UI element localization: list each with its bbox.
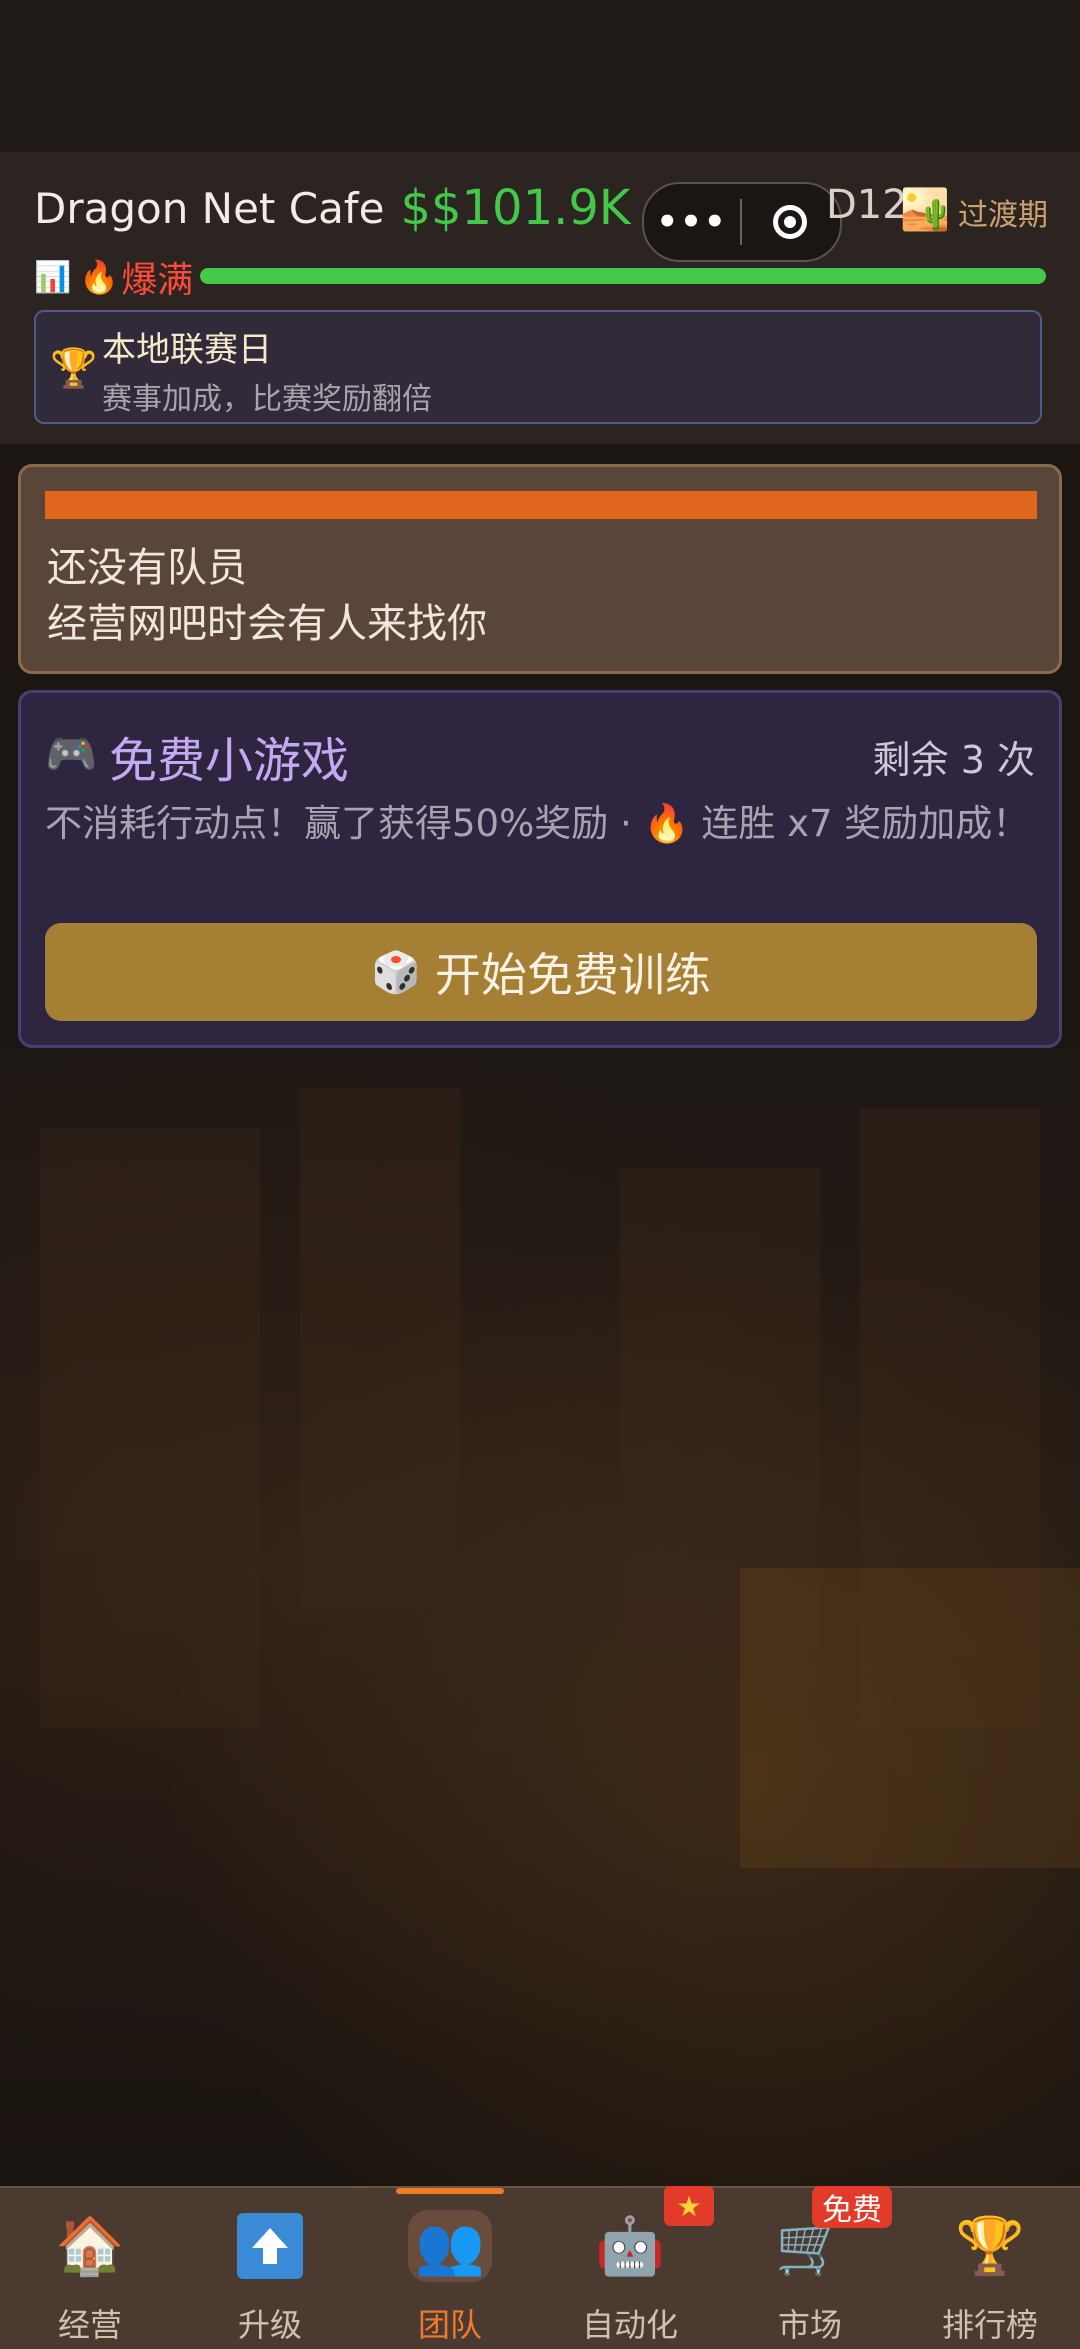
season-label: 过渡期 <box>958 198 1048 233</box>
dice-icon: 🎲 <box>371 949 421 996</box>
nav-label: 团队 <box>417 2306 482 2344</box>
money-balance: $$101.9K <box>400 180 631 236</box>
nav-item-automation[interactable]: 🤖 ★ 自动化 <box>540 2186 720 2349</box>
trophy-icon: 🏆 <box>50 346 98 390</box>
start-free-training-button[interactable]: 🎲 开始免费训练 <box>45 923 1037 1021</box>
desert-season-icon: 🏜️ <box>900 187 950 233</box>
nav-item-upgrade[interactable]: 升级 <box>180 2188 360 2349</box>
remaining-count: 剩余 3 次 <box>872 738 1035 782</box>
fire-icon: 🔥 <box>79 258 120 296</box>
nav-item-team[interactable]: 👥 团队 <box>360 2188 540 2349</box>
nav-item-manage[interactable]: 🏠 经营 <box>0 2188 180 2349</box>
active-tab-indicator <box>396 2188 504 2194</box>
team-card-accent-bar <box>45 491 1037 519</box>
more-menu-icon[interactable]: ••• <box>644 202 740 242</box>
team-people-icon: 👥 <box>408 2210 492 2282</box>
team-card: 还没有队员 经营网吧时会有人来找你 <box>18 464 1062 674</box>
cafe-name: Dragon Net Cafe <box>34 183 385 233</box>
event-description: 赛事加成，比赛奖励翻倍 <box>102 382 432 417</box>
nav-label: 市场 <box>777 2306 842 2344</box>
mini-game-description: 不消耗行动点！赢了获得50%奖励 · 🔥 连胜 x7 奖励加成！ <box>45 802 1030 845</box>
gamepad-icon: 🎮 <box>45 729 98 778</box>
free-badge: 免费 <box>812 2186 892 2228</box>
close-miniprogram-icon[interactable] <box>742 205 838 239</box>
mini-game-card: 🎮 免费小游戏 剩余 3 次 不消耗行动点！赢了获得50%奖励 · 🔥 连胜 x… <box>18 690 1062 1048</box>
crowd-progress-bar <box>200 268 1046 284</box>
miniprogram-capsule: ••• <box>642 182 842 262</box>
team-empty-title: 还没有队员 <box>47 545 247 591</box>
chart-icon: 📊 <box>34 259 72 295</box>
crowd-status: 📊 🔥 爆满 <box>34 252 193 302</box>
title-row: Dragon Net Cafe $$101.9K ▼ <box>34 176 671 240</box>
event-title: 本地联赛日 <box>102 330 272 370</box>
nav-label: 排行榜 <box>941 2306 1038 2344</box>
robot-icon: 🤖 <box>595 2214 665 2279</box>
bottom-nav: 🏠 经营 升级 👥 团队 🤖 ★ 自动化 🛒 免费 市场 🏆 排行榜 <box>0 2186 1080 2349</box>
status-bar <box>0 0 1080 152</box>
street-background-image <box>0 1048 1080 2186</box>
team-empty-hint: 经营网吧时会有人来找你 <box>47 601 487 647</box>
nav-item-market[interactable]: 🛒 免费 市场 <box>720 2186 900 2349</box>
nav-label: 升级 <box>237 2306 302 2344</box>
star-badge-icon: ★ <box>664 2186 714 2226</box>
day-counter: D12 <box>826 182 908 228</box>
nav-label: 自动化 <box>581 2306 678 2344</box>
nav-label: 经营 <box>57 2306 122 2344</box>
upgrade-arrow-icon <box>234 2210 306 2282</box>
trophy-icon: 🏆 <box>955 2214 1025 2279</box>
event-banner[interactable]: 🏆 本地联赛日 赛事加成，比赛奖励翻倍 <box>34 310 1042 424</box>
top-header: Dragon Net Cafe $$101.9K ▼ ••• D12 🏜️ 过渡… <box>0 152 1080 444</box>
start-training-label: 开始免费训练 <box>434 948 711 1002</box>
mini-game-title: 免费小游戏 <box>109 733 350 789</box>
crowd-status-text: 爆满 <box>121 260 194 301</box>
house-icon: 🏠 <box>55 2214 125 2279</box>
nav-item-leaderboard[interactable]: 🏆 排行榜 <box>900 2188 1080 2349</box>
